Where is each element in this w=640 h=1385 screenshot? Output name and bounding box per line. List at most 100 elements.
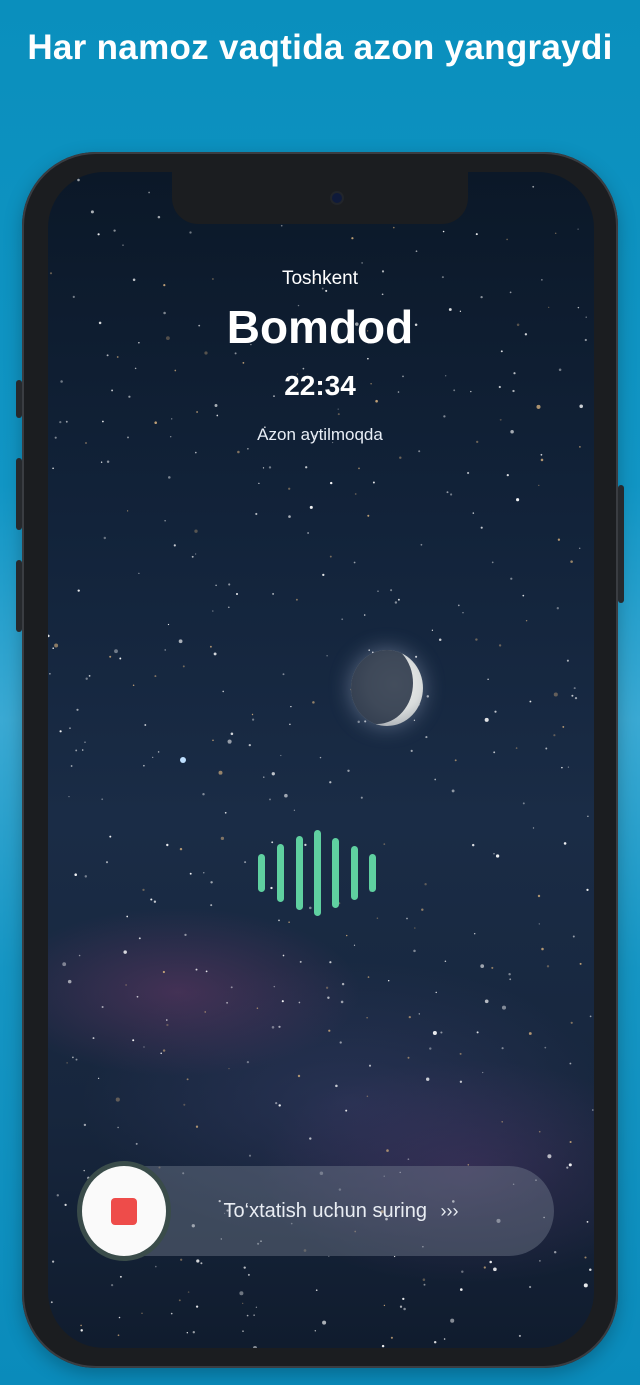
star (289, 723, 291, 726)
star (209, 645, 212, 648)
star (52, 1260, 55, 1263)
star (157, 215, 161, 219)
star (415, 250, 418, 253)
star (134, 367, 137, 370)
star (77, 589, 80, 592)
star (480, 526, 483, 529)
star (506, 238, 508, 241)
star (247, 447, 249, 450)
star (515, 747, 518, 749)
star (341, 982, 345, 986)
star (179, 847, 183, 851)
star (553, 692, 558, 697)
star (178, 1299, 181, 1302)
star (196, 411, 199, 413)
star (328, 1029, 331, 1032)
star (297, 1074, 301, 1078)
star (381, 1344, 385, 1348)
star (443, 1338, 446, 1340)
star (126, 915, 129, 918)
azan-status: Azon aytilmoqda (257, 425, 383, 444)
swipe-label-text: To‘xtatish uchun suring (223, 1200, 427, 1222)
star (74, 873, 77, 876)
star (59, 1343, 62, 1346)
star (471, 843, 475, 847)
star (420, 543, 423, 546)
star (195, 451, 197, 454)
star (346, 934, 348, 937)
star (64, 1203, 67, 1207)
star (501, 1005, 507, 1010)
star (345, 1109, 348, 1112)
star (450, 1318, 455, 1323)
star (282, 954, 285, 957)
star (592, 1109, 594, 1111)
star (75, 1058, 78, 1061)
star (268, 466, 272, 469)
star (210, 881, 213, 884)
star (566, 1166, 569, 1169)
star (457, 604, 460, 607)
star (242, 361, 245, 364)
star (152, 756, 154, 759)
star (579, 404, 583, 409)
star (426, 695, 430, 698)
star (109, 655, 112, 658)
star (228, 583, 231, 586)
star (273, 985, 276, 988)
star (275, 1102, 278, 1105)
star (537, 894, 541, 898)
star (495, 854, 500, 858)
star (162, 970, 166, 974)
star (143, 1046, 145, 1048)
star (189, 872, 192, 875)
star (72, 1056, 74, 1059)
star (538, 1130, 541, 1133)
star (390, 1336, 393, 1339)
star (239, 1291, 244, 1296)
star (525, 619, 528, 622)
star (123, 950, 127, 954)
star (218, 770, 223, 775)
star (288, 487, 291, 490)
star (141, 1312, 143, 1314)
star (589, 1015, 592, 1018)
star (487, 678, 489, 680)
star (413, 949, 416, 953)
star (540, 453, 543, 456)
star (407, 1158, 410, 1161)
phone-notch (172, 172, 468, 224)
star (143, 764, 145, 767)
star (553, 1250, 557, 1254)
star (280, 754, 282, 757)
star (340, 1000, 344, 1004)
star (155, 1265, 157, 1268)
star (572, 935, 575, 938)
star (397, 598, 400, 601)
star (195, 1125, 199, 1128)
star (187, 1291, 190, 1293)
star (88, 675, 91, 677)
star (387, 979, 390, 982)
prayer-time: 22:34 (284, 370, 356, 401)
star (101, 1005, 104, 1009)
star (309, 505, 313, 509)
star (475, 233, 478, 236)
star (52, 467, 54, 470)
stop-button[interactable] (82, 1166, 166, 1256)
star (144, 724, 147, 726)
star (173, 544, 176, 547)
star (586, 888, 589, 892)
star (403, 1307, 406, 1311)
star (242, 1330, 244, 1332)
star (195, 1305, 199, 1308)
star (383, 843, 386, 845)
star (246, 1314, 249, 1317)
star (118, 1316, 121, 1319)
star (327, 996, 330, 1000)
star (202, 793, 205, 796)
star (347, 769, 350, 773)
star (422, 1278, 426, 1281)
star (154, 421, 157, 424)
star (170, 1312, 173, 1315)
